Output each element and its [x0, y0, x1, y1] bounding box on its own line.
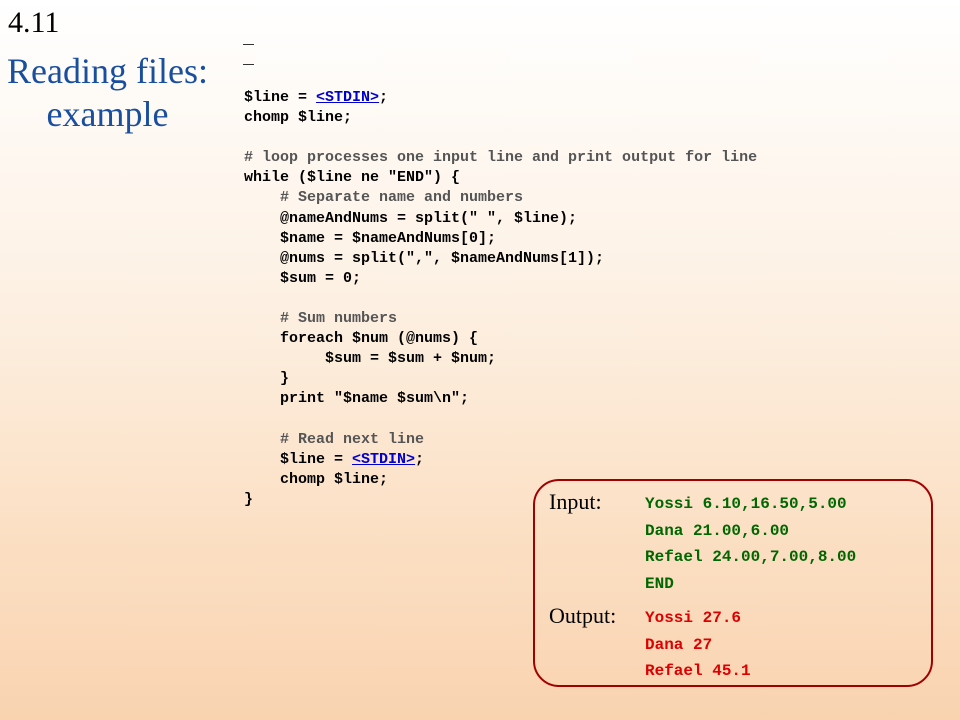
- code-text: ;: [415, 450, 425, 468]
- input-line: END: [645, 574, 674, 593]
- code-comment-line: # Separate name and numbers: [244, 189, 524, 207]
- decorative-dash: [243, 44, 254, 45]
- io-example-box: Input: Yossi 6.10,16.50,5.00 Dana 21.00,6…: [533, 479, 933, 687]
- code-text: $line =: [244, 89, 317, 106]
- code-line: @nameAndNums = split(" ", $line);: [244, 209, 578, 227]
- code-line: $sum = $sum + $num;: [244, 350, 497, 368]
- input-line: Dana 21.00,6.00: [645, 521, 790, 540]
- output-line: Yossi 27.6: [645, 609, 742, 627]
- decorative-dash: [243, 64, 254, 65]
- code-line: while ($line ne "END") {: [244, 169, 461, 187]
- code-line: print "$name $sum\n";: [244, 390, 470, 408]
- slide-title-line-2: example: [46, 94, 169, 134]
- output-label: Output:: [549, 603, 617, 628]
- code-line: foreach $num (@nums) {: [244, 330, 479, 348]
- code-listing: $line = <STDIN>; chomp $line; # loop proce…: [244, 88, 757, 510]
- code-comment-line: # Read next line: [244, 430, 425, 448]
- slide-number: 4.11: [8, 6, 60, 39]
- input-line: Refael 24.00,7.00,8.00: [645, 548, 857, 566]
- code-comment-line: # loop processes one input line and prin…: [244, 149, 758, 167]
- code-line: chomp $line;: [244, 109, 353, 127]
- code-text: $line =: [244, 450, 353, 468]
- code-line: $name = $nameAndNums[0];: [244, 229, 497, 247]
- code-comment-line: # Sum numbers: [244, 310, 398, 328]
- slide-title: Reading files: example: [0, 50, 215, 136]
- output-lines: Yossi 27.6 Dana 27 Refael 45.1: [645, 605, 751, 685]
- output-line: Refael 45.1: [645, 662, 751, 680]
- stdin-link[interactable]: <STDIN>: [316, 89, 379, 106]
- input-label: Input:: [549, 489, 602, 514]
- code-line: }: [244, 370, 290, 388]
- code-line: $sum = 0;: [244, 269, 362, 287]
- code-line: $line = <STDIN>;: [244, 88, 757, 108]
- input-line: Yossi 6.10,16.50,5.00: [645, 495, 847, 513]
- code-line: $line = <STDIN>;: [244, 450, 757, 470]
- stdin-link[interactable]: <STDIN>: [352, 451, 415, 468]
- slide-title-line-1: Reading files:: [7, 51, 208, 91]
- input-lines: Yossi 6.10,16.50,5.00 Dana 21.00,6.00 Refa…: [645, 491, 856, 597]
- code-text: ;: [379, 89, 389, 106]
- code-line: @nums = split(",", $nameAndNums[1]);: [244, 249, 605, 267]
- output-line: Dana 27: [645, 635, 713, 654]
